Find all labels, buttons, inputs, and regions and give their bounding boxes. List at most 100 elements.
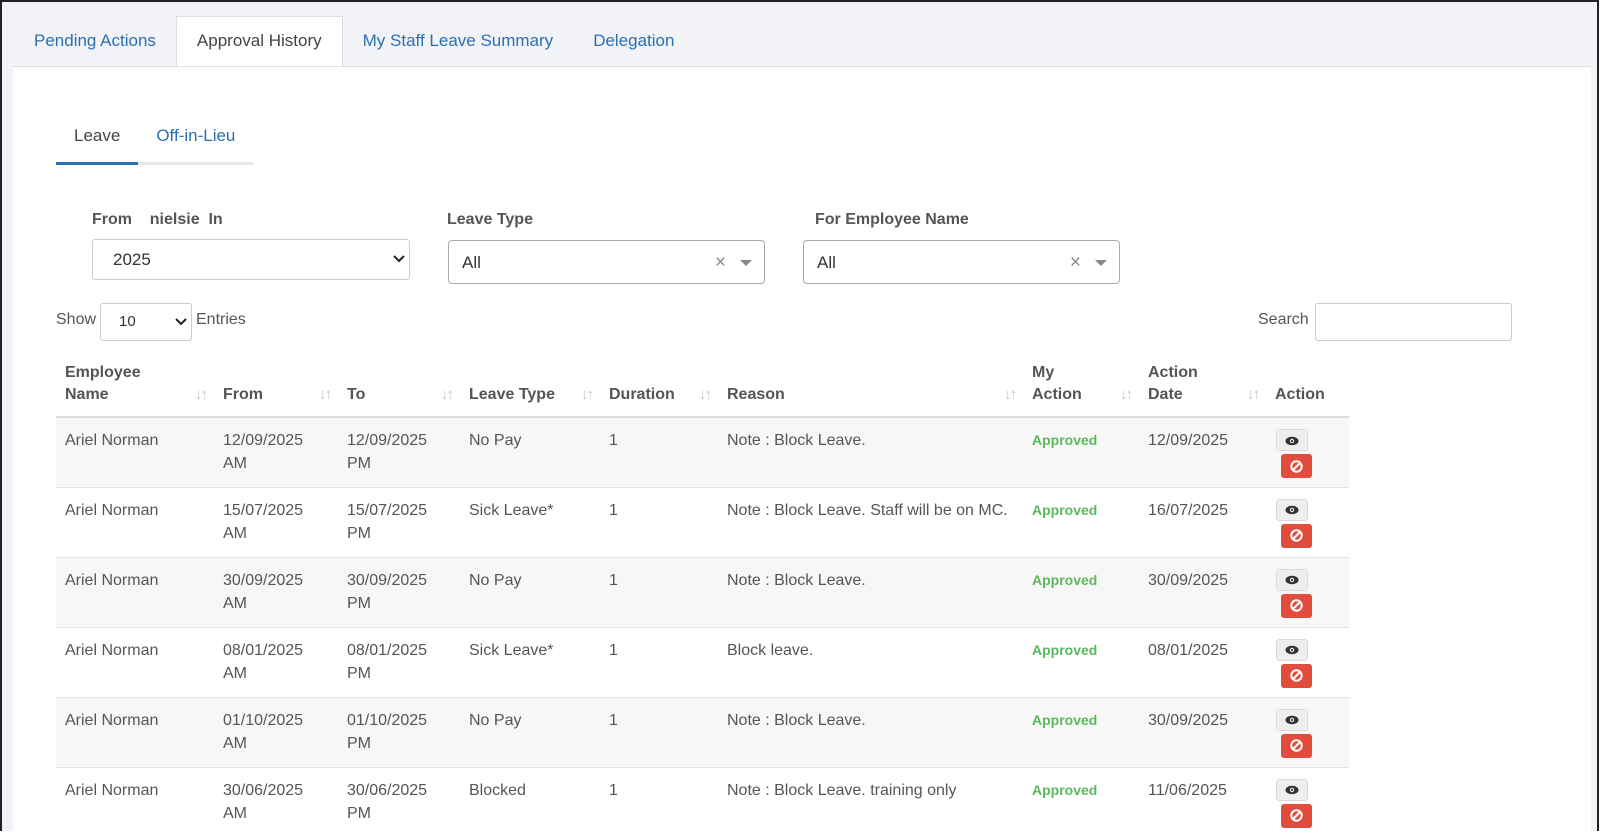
cell-action bbox=[1266, 627, 1349, 698]
block-button[interactable] bbox=[1281, 663, 1312, 688]
leave-type-value: All bbox=[462, 253, 481, 272]
col-to[interactable]: To ↓↑ bbox=[338, 357, 460, 418]
entries-length-value: 10 bbox=[119, 313, 136, 330]
clear-icon[interactable]: × bbox=[715, 241, 726, 284]
block-button[interactable] bbox=[1281, 454, 1312, 478]
view-button[interactable] bbox=[1276, 568, 1308, 591]
cell-from: 30/06/2025 AM bbox=[214, 767, 338, 831]
tab-my-staff-leave-summary[interactable]: My Staff Leave Summary bbox=[343, 16, 574, 66]
col-label: Employee Name bbox=[65, 364, 141, 403]
cell-leave-type: Sick Leave* bbox=[460, 487, 600, 558]
cell-action-date: 30/09/2025 bbox=[1139, 697, 1266, 768]
table-row: Ariel Norman 15/07/2025 AM 15/07/2025 PM Si… bbox=[56, 487, 1349, 558]
eye-icon bbox=[1285, 576, 1299, 585]
col-from[interactable]: From ↓↑ bbox=[214, 357, 338, 418]
chevron-down-icon bbox=[393, 240, 405, 294]
col-employee-name[interactable]: Employee Name ↓↑ bbox=[56, 357, 214, 418]
cell-reason: Note : Block Leave. bbox=[718, 417, 1023, 488]
status-approved-badge: Approved bbox=[1032, 571, 1098, 588]
cell-my-action: Approved bbox=[1023, 767, 1139, 831]
col-my-action[interactable]: My Action ↓↑ bbox=[1023, 357, 1139, 418]
col-action-date[interactable]: Action Date ↓↑ bbox=[1139, 357, 1266, 418]
cell-leave-type: No Pay bbox=[460, 417, 600, 488]
col-label: From bbox=[223, 386, 263, 403]
cell-action bbox=[1266, 697, 1349, 768]
year-select-value: 2025 bbox=[113, 250, 151, 269]
col-reason[interactable]: Reason ↓↑ bbox=[718, 357, 1023, 418]
block-button[interactable] bbox=[1281, 523, 1312, 548]
col-label: Reason bbox=[727, 386, 785, 403]
block-button[interactable] bbox=[1281, 803, 1312, 828]
table-header-row: Employee Name ↓↑ From ↓↑ To ↓↑ Leave Type ↓↑… bbox=[56, 357, 1349, 418]
eye-icon bbox=[1285, 436, 1299, 446]
employee-name-select[interactable]: All × bbox=[803, 240, 1120, 284]
tab-approval-history[interactable]: Approval History bbox=[175, 16, 343, 68]
table-row: Ariel Norman 12/09/2025 AM 12/09/2025 PM No… bbox=[56, 417, 1349, 488]
leave-type-label: Leave Type bbox=[447, 211, 533, 228]
cell-duration: 1 bbox=[600, 767, 718, 831]
view-button[interactable] bbox=[1276, 708, 1308, 731]
cell-my-action: Approved bbox=[1023, 627, 1139, 698]
col-label: Action Date bbox=[1148, 364, 1198, 403]
table-row: Ariel Norman 01/10/2025 AM 01/10/2025 PM No… bbox=[56, 697, 1349, 768]
cell-reason: Note : Block Leave. training only bbox=[718, 767, 1023, 831]
sort-icon: ↓↑ bbox=[319, 386, 332, 403]
ban-icon bbox=[1290, 599, 1303, 612]
approval-history-table: Employee Name ↓↑ From ↓↑ To ↓↑ Leave Type ↓↑… bbox=[56, 357, 1349, 831]
subtab-off-in-lieu[interactable]: Off-in-Lieu bbox=[138, 121, 253, 162]
ban-icon bbox=[1290, 459, 1303, 473]
block-button[interactable] bbox=[1281, 733, 1312, 758]
employee-name-label: For Employee Name bbox=[815, 211, 969, 228]
caret-down-icon[interactable] bbox=[1095, 260, 1107, 266]
cell-my-action: Approved bbox=[1023, 697, 1139, 768]
col-leave-type[interactable]: Leave Type ↓↑ bbox=[460, 357, 600, 418]
cell-duration: 1 bbox=[600, 417, 718, 488]
caret-down-icon[interactable] bbox=[740, 260, 752, 266]
view-button[interactable] bbox=[1276, 498, 1308, 521]
block-button[interactable] bbox=[1281, 593, 1312, 618]
ban-icon bbox=[1290, 809, 1303, 822]
entries-length-select[interactable]: 10 bbox=[100, 303, 192, 341]
cell-my-action: Approved bbox=[1023, 417, 1139, 488]
table-row: Ariel Norman 08/01/2025 AM 08/01/2025 PM Si… bbox=[56, 627, 1349, 698]
cell-to: 08/01/2025 PM bbox=[338, 627, 460, 698]
cell-action-date: 16/07/2025 bbox=[1139, 487, 1266, 558]
clear-icon[interactable]: × bbox=[1070, 241, 1081, 284]
cell-action bbox=[1266, 417, 1349, 488]
cell-employee-name: Ariel Norman bbox=[56, 487, 214, 558]
cell-reason: Note : Block Leave. bbox=[718, 557, 1023, 628]
sort-icon: ↓↑ bbox=[441, 386, 454, 403]
chevron-down-icon bbox=[175, 304, 187, 353]
eye-icon bbox=[1285, 646, 1299, 655]
sort-icon: ↓↑ bbox=[1247, 386, 1260, 403]
cell-from: 01/10/2025 AM bbox=[214, 697, 338, 768]
tab-delegation[interactable]: Delegation bbox=[573, 16, 694, 66]
col-label: Duration bbox=[609, 386, 675, 403]
subtab-leave[interactable]: Leave bbox=[56, 121, 139, 165]
cell-duration: 1 bbox=[600, 627, 718, 698]
cell-leave-type: Blocked bbox=[460, 767, 600, 831]
app-window: Pending Actions Approval History My Staf… bbox=[0, 0, 1599, 831]
year-filter-label: From nielsie In bbox=[92, 211, 223, 228]
top-tab-bar: Pending Actions Approval History My Staf… bbox=[14, 16, 694, 68]
view-button[interactable] bbox=[1276, 638, 1308, 661]
ban-icon bbox=[1290, 739, 1303, 752]
cell-from: 15/07/2025 AM bbox=[214, 487, 338, 558]
search-input[interactable] bbox=[1315, 303, 1512, 341]
view-button[interactable] bbox=[1276, 429, 1308, 451]
view-button[interactable] bbox=[1276, 778, 1308, 801]
cell-action-date: 08/01/2025 bbox=[1139, 627, 1266, 698]
leave-type-select[interactable]: All × bbox=[448, 240, 765, 284]
show-label: Show bbox=[56, 311, 97, 328]
entries-label: Entries bbox=[196, 311, 246, 328]
cell-to: 30/06/2025 PM bbox=[338, 767, 460, 831]
year-select[interactable]: 2025 bbox=[92, 239, 410, 280]
col-label: To bbox=[347, 386, 366, 403]
tab-pending-actions[interactable]: Pending Actions bbox=[14, 16, 176, 66]
cell-leave-type: No Pay bbox=[460, 697, 600, 768]
col-label: Action bbox=[1275, 386, 1325, 403]
cell-from: 08/01/2025 AM bbox=[214, 627, 338, 698]
col-duration[interactable]: Duration ↓↑ bbox=[600, 357, 718, 418]
sort-icon: ↓↑ bbox=[1004, 386, 1017, 403]
cell-action bbox=[1266, 487, 1349, 558]
